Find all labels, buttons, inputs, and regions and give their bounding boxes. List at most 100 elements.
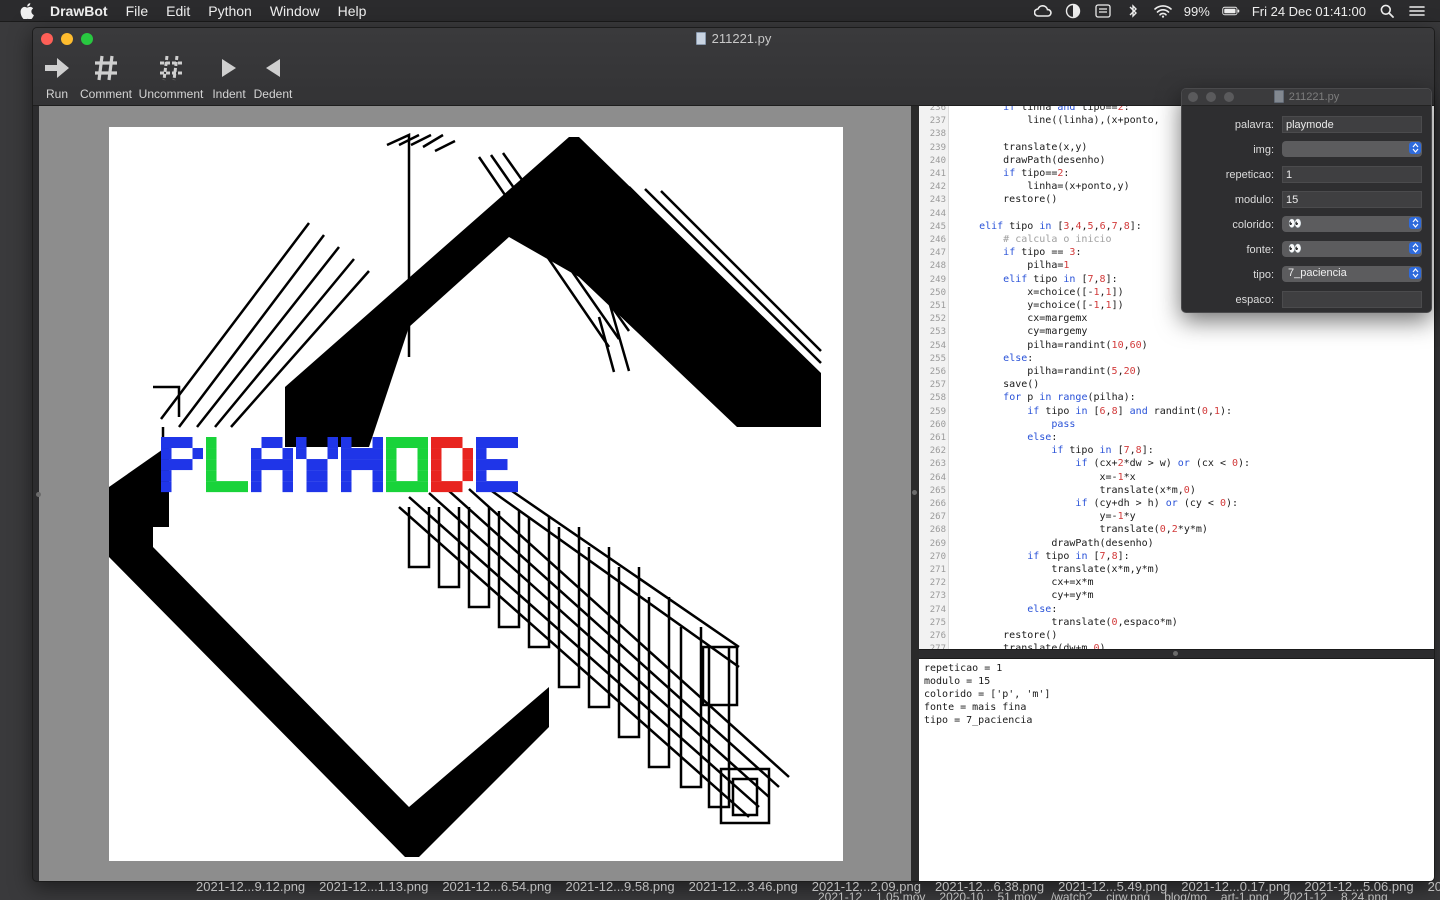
apple-icon[interactable] bbox=[18, 2, 36, 20]
fonte-select[interactable]: 👀 bbox=[1282, 241, 1422, 257]
output-line: repeticao = 1 bbox=[924, 663, 1003, 674]
img-select[interactable] bbox=[1282, 141, 1422, 157]
code-line[interactable]: translate(x*m,0) bbox=[955, 485, 1195, 496]
night-shift-icon[interactable] bbox=[1064, 3, 1082, 19]
playmode-letter-pixel bbox=[417, 437, 428, 449]
code-line[interactable]: for p in range(pilha): bbox=[955, 392, 1135, 403]
code-line[interactable]: else: bbox=[955, 432, 1057, 443]
code-line[interactable]: cx+=x*m bbox=[955, 577, 1093, 588]
horizontal-split-handle[interactable] bbox=[919, 649, 1434, 659]
code-line[interactable]: pilha=randint(5,20) bbox=[955, 366, 1141, 377]
desktop-file-label[interactable]: /watch? bbox=[1051, 890, 1092, 900]
menu-clock[interactable]: Fri 24 Dec 01:41:00 bbox=[1252, 4, 1366, 19]
bluetooth-icon[interactable] bbox=[1124, 4, 1142, 18]
menu-edit[interactable]: Edit bbox=[166, 3, 190, 19]
code-line[interactable]: linha=(x+ponto,y) bbox=[955, 181, 1129, 192]
code-line[interactable]: y=choice([-1,1]) bbox=[955, 300, 1123, 311]
split-grip[interactable] bbox=[912, 490, 917, 495]
code-line[interactable]: else: bbox=[955, 353, 1033, 364]
desktop-file-label[interactable]: blog/mo bbox=[1164, 890, 1207, 900]
desktop-file-label[interactable]: 2021-12...9.58.png bbox=[565, 879, 674, 894]
code-line[interactable]: pilha=1 bbox=[955, 260, 1069, 271]
code-line[interactable]: pass bbox=[955, 419, 1075, 430]
desktop-file-label[interactable]: 2020-10 bbox=[939, 890, 983, 900]
spotlight-icon[interactable] bbox=[1378, 4, 1396, 18]
control-center-icon[interactable] bbox=[1408, 4, 1426, 18]
desktop-file-label[interactable]: 2021-12...9.12.png bbox=[196, 879, 305, 894]
code-line[interactable]: line((linha),(x+ponto, bbox=[955, 115, 1159, 126]
code-line[interactable]: if (cx+2*dw > w) or (cx < 0): bbox=[955, 458, 1250, 469]
espaco-field[interactable] bbox=[1282, 291, 1422, 308]
output-console[interactable]: repeticao = 1 modulo = 15 colorido = ['p… bbox=[919, 659, 1434, 881]
playmode-letter-pixel bbox=[441, 481, 452, 493]
line-number: 258 bbox=[929, 393, 946, 404]
battery-icon[interactable] bbox=[1222, 4, 1240, 18]
menu-help[interactable]: Help bbox=[338, 3, 367, 19]
divider-grip[interactable] bbox=[1173, 651, 1178, 656]
canvas-page[interactable] bbox=[109, 127, 843, 861]
code-line[interactable]: if (cy+dh > h) or (cy < 0): bbox=[955, 498, 1238, 509]
code-line[interactable]: save() bbox=[955, 379, 1039, 390]
code-line[interactable]: drawPath(desenho) bbox=[955, 538, 1153, 549]
menu-file[interactable]: File bbox=[126, 3, 149, 19]
tipo-select[interactable]: 7_paciencia bbox=[1282, 266, 1422, 282]
modulo-field[interactable]: 15 bbox=[1282, 191, 1422, 208]
canvas-preview-pane[interactable] bbox=[36, 106, 911, 881]
code-line[interactable]: if tipo == 3: bbox=[955, 247, 1081, 258]
code-line[interactable]: restore() bbox=[955, 630, 1057, 641]
desktop-file-label[interactable]: 2021 bbox=[1428, 879, 1440, 894]
repeticao-field[interactable]: 1 bbox=[1282, 166, 1422, 183]
desktop-file-label[interactable]: 1.05.mov bbox=[876, 890, 925, 900]
desktop-file-label[interactable]: art-1.png bbox=[1221, 890, 1269, 900]
playmode-letter-pixel bbox=[161, 448, 172, 460]
keyboard-icon[interactable] bbox=[1094, 4, 1112, 18]
code-line[interactable]: elif tipo in [3,4,5,6,7,8]: bbox=[955, 221, 1142, 232]
desktop-file-label[interactable]: cirw.png bbox=[1106, 890, 1150, 900]
code-line[interactable]: if tipo in [6,8] and randint(0,1): bbox=[955, 406, 1232, 417]
code-line[interactable]: x=choice([-1,1]) bbox=[955, 287, 1123, 298]
desktop-file-label[interactable]: 2021-12 bbox=[1283, 890, 1327, 900]
code-line[interactable]: translate(x*m,y*m) bbox=[955, 564, 1159, 575]
code-line[interactable]: # calcula o inicio bbox=[955, 234, 1111, 245]
palavra-field[interactable]: playmode bbox=[1282, 116, 1422, 133]
playmode-letter-pixel bbox=[417, 481, 428, 493]
wifi-icon[interactable] bbox=[1153, 4, 1172, 18]
code-line[interactable]: cx=margemx bbox=[955, 313, 1087, 324]
line-number: 255 bbox=[929, 353, 946, 364]
menu-app-name[interactable]: DrawBot bbox=[50, 3, 108, 19]
code-line[interactable]: x=-1*x bbox=[955, 472, 1135, 483]
code-line[interactable]: cy+=y*m bbox=[955, 590, 1093, 601]
code-line[interactable]: y=-1*y bbox=[955, 511, 1135, 522]
desktop-file-label[interactable]: 2021-12...6.54.png bbox=[442, 879, 551, 894]
row-palavra: palavra: playmode bbox=[1182, 116, 1431, 136]
creative-cloud-icon[interactable] bbox=[1033, 4, 1052, 18]
desktop-file-label[interactable]: 2021-12 bbox=[818, 890, 862, 900]
code-line[interactable]: translate(0,2*y*m) bbox=[955, 524, 1207, 535]
desktop-file-label[interactable]: 51.mov bbox=[997, 890, 1036, 900]
dedent-button[interactable]: Dedent bbox=[238, 53, 308, 101]
code-line[interactable]: if tipo in [7,8]: bbox=[955, 551, 1129, 562]
code-line[interactable]: translate(0,espaco*m) bbox=[955, 617, 1177, 628]
code-line[interactable]: translate(x,y) bbox=[955, 142, 1087, 153]
code-line[interactable]: if linha and tipo==2: bbox=[955, 106, 1129, 113]
desktop-file-label[interactable]: 8.24.png bbox=[1341, 890, 1388, 900]
desktop-file-label[interactable]: 2021-12...1.13.png bbox=[319, 879, 428, 894]
comment-button[interactable]: Comment bbox=[71, 53, 141, 101]
colorido-select[interactable]: 👀 bbox=[1282, 216, 1422, 232]
playmode-letter-pixel bbox=[317, 470, 328, 482]
code-line[interactable]: pilha=randint(10,60) bbox=[955, 340, 1147, 351]
left-edge-grip[interactable] bbox=[36, 492, 41, 497]
menu-python[interactable]: Python bbox=[208, 3, 252, 19]
playmode-letter-pixel bbox=[206, 470, 217, 482]
code-line[interactable]: else: bbox=[955, 604, 1057, 615]
variables-panel-titlebar[interactable]: 211221.py bbox=[1182, 89, 1431, 106]
vertical-split-handle[interactable] bbox=[911, 106, 919, 881]
menu-window[interactable]: Window bbox=[270, 3, 320, 19]
desktop-file-label[interactable]: 2021-12...3.46.png bbox=[689, 879, 798, 894]
code-line[interactable]: restore() bbox=[955, 194, 1057, 205]
code-line[interactable]: if tipo in [7,8]: bbox=[955, 445, 1153, 456]
code-line[interactable]: elif tipo in [7,8]: bbox=[955, 274, 1117, 285]
code-line[interactable]: cy=margemy bbox=[955, 326, 1087, 337]
code-line[interactable]: drawPath(desenho) bbox=[955, 155, 1105, 166]
code-line[interactable]: if tipo==2: bbox=[955, 168, 1069, 179]
